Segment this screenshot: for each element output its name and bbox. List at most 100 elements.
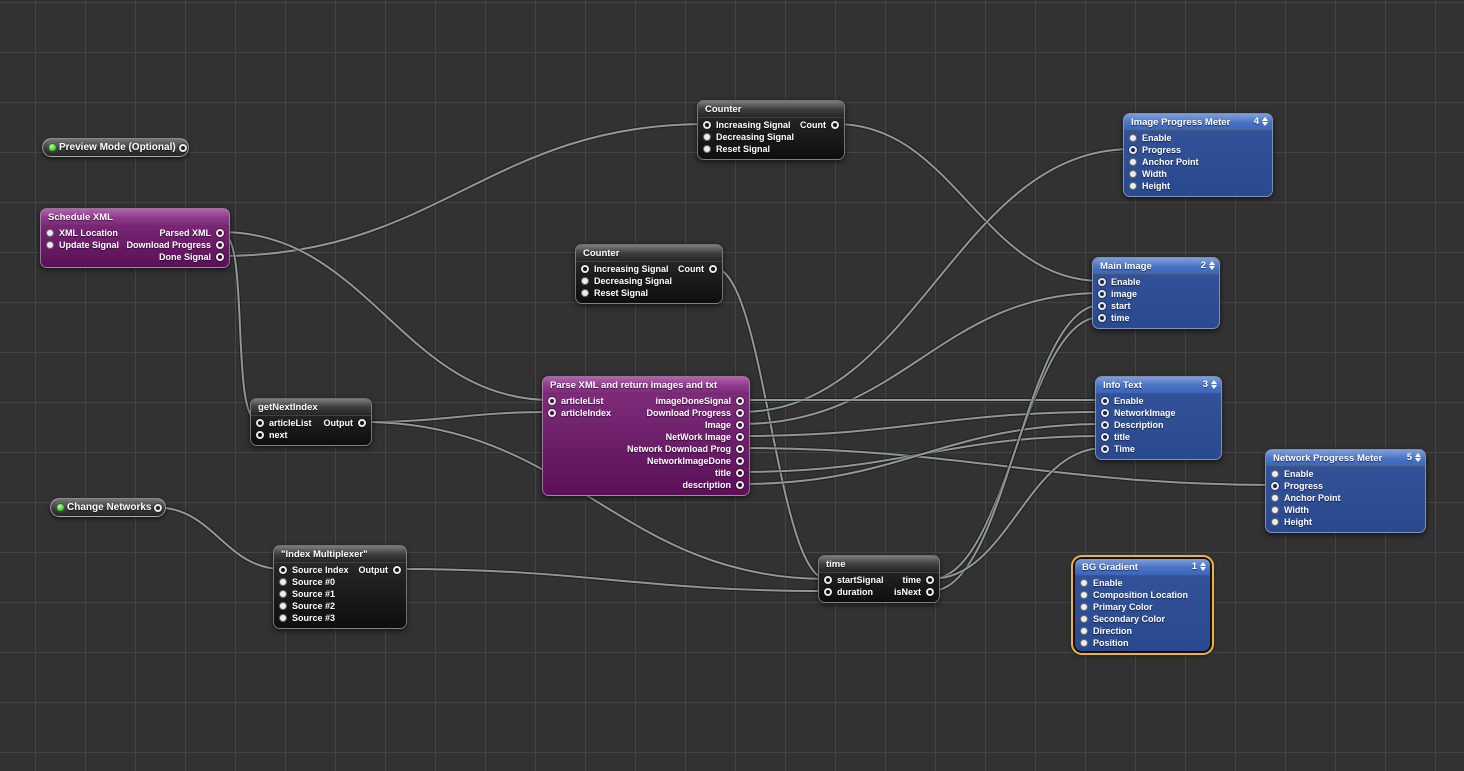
input-port-networkimage[interactable] xyxy=(1101,409,1109,417)
node-preview-mode[interactable]: Preview Mode (Optional) xyxy=(42,138,189,157)
stepper-arrows-icon[interactable] xyxy=(1209,261,1215,270)
node-titlebar[interactable]: Counter xyxy=(576,245,722,262)
output-port-network-download-prog[interactable] xyxy=(736,445,744,453)
node-titlebar[interactable]: Info Text3 xyxy=(1096,377,1221,394)
input-port-time[interactable] xyxy=(1101,445,1109,453)
input-port-articlelist[interactable] xyxy=(548,397,556,405)
input-port-decreasing-signal[interactable] xyxy=(703,133,711,141)
node-titlebar[interactable]: Schedule XML xyxy=(41,209,229,226)
node-info-text[interactable]: Info Text3EnableNetworkImageDescriptiont… xyxy=(1095,376,1222,460)
input-port-increasing-signal[interactable] xyxy=(581,265,589,273)
input-port-reset-signal[interactable] xyxy=(581,289,589,297)
input-port-width[interactable] xyxy=(1129,170,1137,178)
input-port-image[interactable] xyxy=(1098,290,1106,298)
input-port-enable[interactable] xyxy=(1271,470,1279,478)
input-port-duration[interactable] xyxy=(824,588,832,596)
input-port-description[interactable] xyxy=(1101,421,1109,429)
patch-editor-canvas[interactable]: Preview Mode (Optional) Schedule XMLXML L… xyxy=(0,0,1464,771)
wire-connection[interactable] xyxy=(221,232,551,400)
node-counter-mid[interactable]: CounterIncreasing SignalDecreasing Signa… xyxy=(575,244,723,304)
layer-order-stepper[interactable]: 4 xyxy=(1254,116,1268,127)
wire-connection[interactable] xyxy=(221,124,706,256)
node-titlebar[interactable]: time xyxy=(819,556,939,573)
input-port-enable[interactable] xyxy=(1098,278,1106,286)
input-port-source-2[interactable] xyxy=(279,602,287,610)
input-port-secondary-color[interactable] xyxy=(1080,615,1088,623)
node-get-next-index[interactable]: getNextIndexarticleListnextOutput xyxy=(250,398,372,446)
input-port-progress[interactable] xyxy=(1271,482,1279,490)
node-titlebar[interactable]: "Index Multiplexer" xyxy=(274,546,406,563)
input-port-reset-signal[interactable] xyxy=(703,145,711,153)
output-port-imagedonesignal[interactable] xyxy=(736,397,744,405)
stepper-arrows-icon[interactable] xyxy=(1200,562,1206,571)
output-port-count[interactable] xyxy=(709,265,717,273)
input-port-articleindex[interactable] xyxy=(548,409,556,417)
input-port-source-0[interactable] xyxy=(279,578,287,586)
wire-connection[interactable] xyxy=(741,149,1132,412)
output-port-network-image[interactable] xyxy=(736,433,744,441)
node-main-image[interactable]: Main Image2Enableimagestarttime xyxy=(1092,257,1220,329)
output-port-output[interactable] xyxy=(358,419,366,427)
node-change-networks[interactable]: Change Networks xyxy=(50,498,166,517)
input-port-update-signal[interactable] xyxy=(46,241,54,249)
node-titlebar[interactable]: Counter xyxy=(698,101,844,118)
input-port-next[interactable] xyxy=(256,431,264,439)
input-port-startsignal[interactable] xyxy=(824,576,832,584)
node-titlebar[interactable]: getNextIndex xyxy=(251,399,371,416)
input-port-height[interactable] xyxy=(1129,182,1137,190)
wire-connection[interactable] xyxy=(398,569,827,591)
node-index-multiplexer[interactable]: "Index Multiplexer"Source IndexSource #0… xyxy=(273,545,407,629)
output-port[interactable] xyxy=(179,144,187,152)
layer-order-stepper[interactable]: 2 xyxy=(1201,260,1215,271)
input-port-width[interactable] xyxy=(1271,506,1279,514)
stepper-arrows-icon[interactable] xyxy=(1262,117,1268,126)
wire-connection[interactable] xyxy=(931,305,1101,591)
node-counter-top[interactable]: CounterIncreasing SignalDecreasing Signa… xyxy=(697,100,845,160)
stepper-arrows-icon[interactable] xyxy=(1211,380,1217,389)
node-network-progress-meter[interactable]: Network Progress Meter5EnableProgressAnc… xyxy=(1265,449,1426,533)
output-port-description[interactable] xyxy=(736,481,744,489)
input-port-time[interactable] xyxy=(1098,314,1106,322)
node-schedule-xml[interactable]: Schedule XMLXML LocationUpdate SignalPar… xyxy=(40,208,230,268)
output-port[interactable] xyxy=(154,504,162,512)
layer-order-stepper[interactable]: 5 xyxy=(1407,452,1421,463)
input-port-anchor-point[interactable] xyxy=(1129,158,1137,166)
node-image-progress-meter[interactable]: Image Progress Meter4EnableProgressAncho… xyxy=(1123,113,1273,197)
output-port-time[interactable] xyxy=(926,576,934,584)
node-parse-xml[interactable]: Parse XML and return images and txtartic… xyxy=(542,376,750,496)
input-port-title[interactable] xyxy=(1101,433,1109,441)
node-titlebar[interactable]: BG Gradient1 xyxy=(1075,559,1210,576)
input-port-decreasing-signal[interactable] xyxy=(581,277,589,285)
input-port-enable[interactable] xyxy=(1080,579,1088,587)
input-port-articlelist[interactable] xyxy=(256,419,264,427)
output-port-parsed-xml[interactable] xyxy=(216,229,224,237)
input-port-increasing-signal[interactable] xyxy=(703,121,711,129)
node-bg-gradient[interactable]: BG Gradient1EnableComposition LocationPr… xyxy=(1073,557,1212,653)
wire-connection[interactable] xyxy=(157,508,282,570)
layer-order-stepper[interactable]: 1 xyxy=(1192,561,1206,572)
input-port-xml-location[interactable] xyxy=(46,229,54,237)
node-titlebar[interactable]: Network Progress Meter5 xyxy=(1266,450,1425,467)
wire-connection[interactable] xyxy=(741,293,1101,424)
input-port-composition-location[interactable] xyxy=(1080,591,1088,599)
input-port-height[interactable] xyxy=(1271,518,1279,526)
output-port-title[interactable] xyxy=(736,469,744,477)
node-time[interactable]: timestartSignaldurationtimeisNext xyxy=(818,555,940,603)
input-port-source-3[interactable] xyxy=(279,614,287,622)
output-port-download-progress[interactable] xyxy=(216,241,224,249)
wire-connection[interactable] xyxy=(836,124,1101,281)
input-port-direction[interactable] xyxy=(1080,627,1088,635)
output-port-networkimagedone[interactable] xyxy=(736,457,744,465)
wire-connection[interactable] xyxy=(741,412,1104,436)
wire-connection[interactable] xyxy=(741,424,1104,484)
layer-order-stepper[interactable]: 3 xyxy=(1203,379,1217,390)
output-port-isnext[interactable] xyxy=(926,588,934,596)
stepper-arrows-icon[interactable] xyxy=(1415,453,1421,462)
input-port-source-index[interactable] xyxy=(279,566,287,574)
input-port-source-1[interactable] xyxy=(279,590,287,598)
output-port-done-signal[interactable] xyxy=(216,253,224,261)
node-titlebar[interactable]: Parse XML and return images and txt xyxy=(543,377,749,394)
output-port-image[interactable] xyxy=(736,421,744,429)
input-port-position[interactable] xyxy=(1080,639,1088,647)
input-port-start[interactable] xyxy=(1098,302,1106,310)
